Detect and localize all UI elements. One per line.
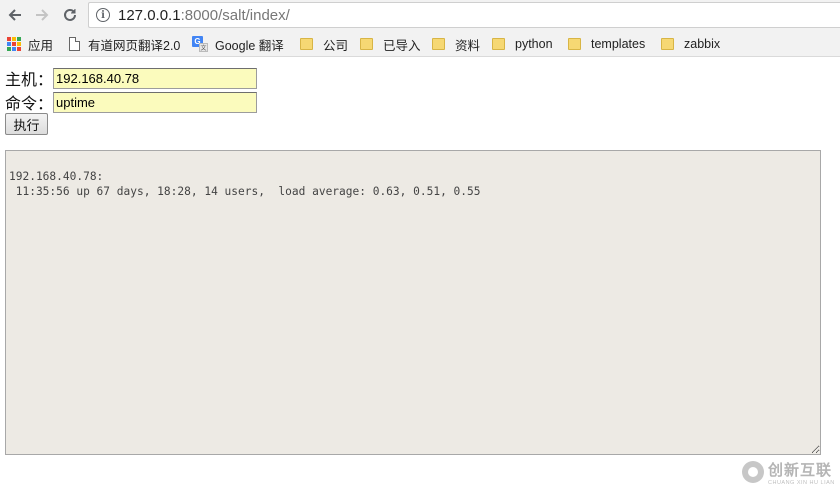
- bookmark-label: 应用: [28, 38, 54, 53]
- bookmark-youdao[interactable]: 有道网页翻译2.0: [69, 34, 180, 54]
- bookmark-label: Google 翻译: [215, 38, 284, 53]
- watermark-text: 创新互联 CHUANG XIN HU LIAN: [768, 459, 835, 486]
- output-textarea[interactable]: 192.168.40.78: 11:35:56 up 67 days, 18:2…: [5, 150, 821, 455]
- back-arrow-icon[interactable]: [4, 4, 26, 26]
- google-translate-icon: G文: [192, 36, 208, 52]
- bookmark-label: python: [515, 37, 553, 51]
- bookmark-apps[interactable]: 应用: [7, 34, 53, 54]
- bookmark-folder-company[interactable]: 公司: [300, 34, 348, 54]
- bookmark-label: templates: [591, 37, 646, 51]
- omnibox[interactable]: i 127.0.0.1:8000/salt/index/: [88, 2, 840, 28]
- bookmark-label: 资料: [455, 38, 481, 53]
- watermark-sub: CHUANG XIN HU LIAN: [768, 479, 835, 486]
- reload-icon[interactable]: [59, 4, 81, 26]
- host-row: 主机：: [5, 67, 258, 89]
- bookmark-google-translate[interactable]: G文 Google 翻译: [192, 34, 284, 54]
- watermark: 创新互联 CHUANG XIN HU LIAN: [742, 452, 840, 492]
- command-row: 命令：: [5, 91, 258, 113]
- folder-icon: [300, 38, 313, 50]
- bookmarks-bar: 应用 有道网页翻译2.0 G文 Google 翻译 公司 已导入 资料 pyth…: [0, 30, 840, 57]
- folder-icon: [360, 38, 373, 50]
- bookmark-folder-templates[interactable]: templates: [568, 34, 645, 54]
- watermark-main: 创新互联: [768, 460, 833, 479]
- bookmark-folder-zabbix[interactable]: zabbix: [661, 34, 720, 54]
- apps-grid-icon: [7, 37, 21, 51]
- folder-icon: [492, 38, 505, 50]
- address-bar-row: i 127.0.0.1:8000/salt/index/: [0, 0, 840, 30]
- forward-arrow-icon[interactable]: [31, 4, 53, 26]
- page-content: 主机： 命令： 执行 192.168.40.78: 11:35:56 up 67…: [0, 58, 840, 492]
- host-input[interactable]: [53, 67, 258, 89]
- info-icon[interactable]: i: [96, 8, 110, 22]
- command-input[interactable]: [53, 91, 258, 113]
- folder-icon: [432, 38, 445, 50]
- watermark-logo-icon: [742, 461, 764, 483]
- host-label: 主机：: [5, 70, 54, 89]
- folder-icon: [568, 38, 581, 50]
- execute-button[interactable]: 执行: [5, 113, 48, 135]
- folder-icon: [661, 38, 674, 50]
- bookmark-label: zabbix: [684, 37, 721, 51]
- bookmark-label: 已导入: [383, 38, 421, 53]
- bookmark-folder-imported[interactable]: 已导入: [360, 34, 421, 54]
- url-text[interactable]: 127.0.0.1:8000/salt/index/: [118, 7, 290, 24]
- url-path: :8000/salt/index/: [180, 6, 290, 24]
- bookmark-label: 有道网页翻译2.0: [88, 38, 181, 53]
- page-icon: [69, 37, 80, 51]
- bookmark-label: 公司: [323, 38, 349, 53]
- url-host: 127.0.0.1: [118, 6, 181, 24]
- bookmark-folder-python[interactable]: python: [492, 34, 553, 54]
- command-label: 命令：: [5, 94, 54, 113]
- bookmark-folder-materials[interactable]: 资料: [432, 34, 480, 54]
